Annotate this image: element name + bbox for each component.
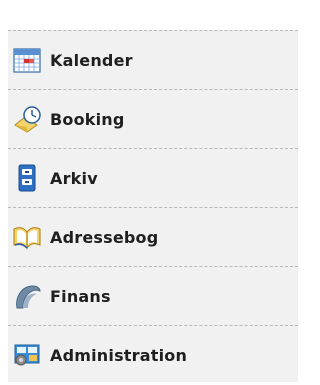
nav-item-label: Adressebog — [50, 227, 159, 247]
nav-item-kalender[interactable]: Kalender — [8, 31, 298, 90]
nav-item-label: Administration — [50, 346, 188, 365]
administration-icon — [12, 341, 42, 371]
nav-item-label: Finans — [50, 286, 111, 306]
nav-item-administration[interactable]: Administration — [8, 326, 298, 385]
finance-icon — [12, 281, 42, 311]
nav-item-booking[interactable]: Booking — [8, 90, 298, 149]
address-book-icon — [12, 222, 42, 252]
nav-item-adressebog[interactable]: Adressebog — [8, 208, 298, 267]
nav-item-finans[interactable]: Finans — [8, 267, 298, 326]
navigation-menu: Kalender Booking Arkiv Adressebog Finans… — [8, 30, 298, 382]
nav-item-label: Kalender — [50, 50, 133, 70]
nav-item-label: Booking — [50, 109, 125, 129]
calendar-icon — [12, 45, 42, 75]
booking-icon — [12, 104, 42, 134]
nav-item-arkiv[interactable]: Arkiv — [8, 149, 298, 208]
archive-icon — [12, 163, 42, 193]
nav-item-label: Arkiv — [50, 168, 98, 188]
